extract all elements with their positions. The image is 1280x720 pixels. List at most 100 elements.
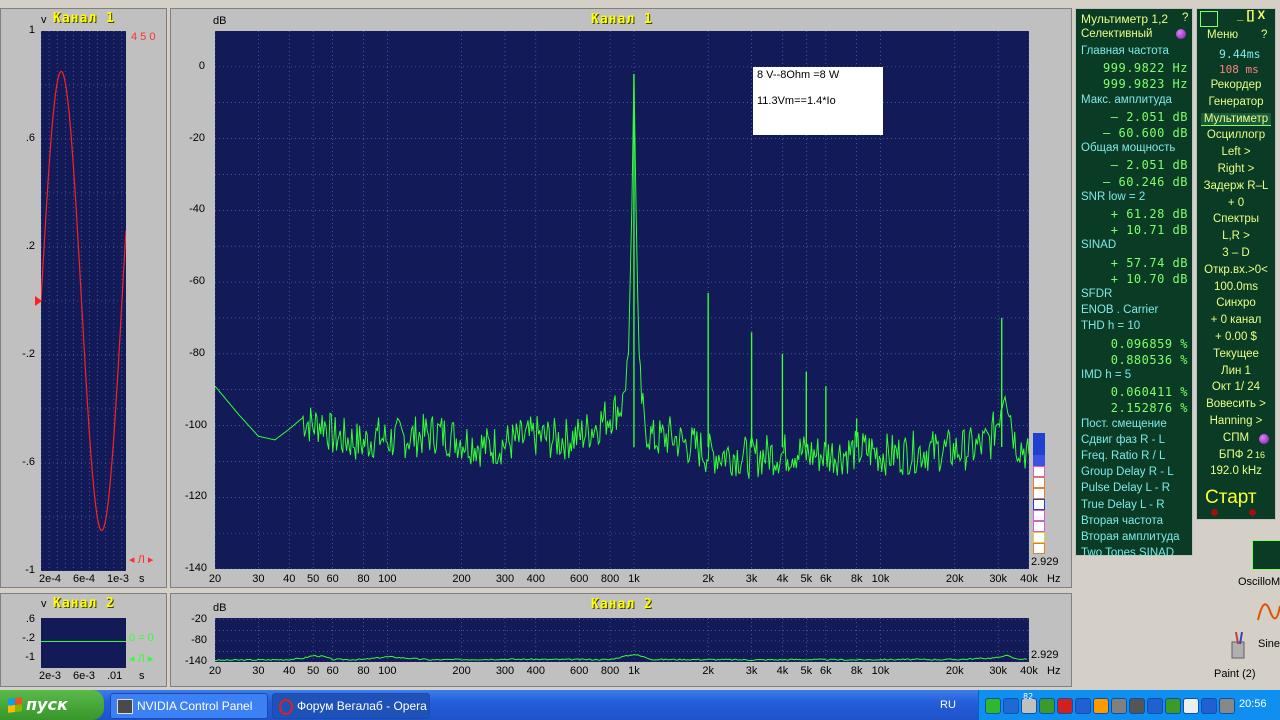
oscillometer-desktop-icon[interactable] (1252, 540, 1280, 570)
control-item[interactable]: Окт 1/ 24 (1201, 381, 1271, 393)
left-trigger[interactable]: ◂ Л ▸ (129, 553, 153, 566)
clock[interactable]: 20:56 (1239, 698, 1267, 710)
swatch[interactable] (1033, 521, 1045, 532)
control-item[interactable]: Осциллогр (1201, 129, 1271, 141)
bottom-spectrum-plot[interactable] (215, 618, 1029, 662)
annotation-line-2: 11.3Vm==1.4*Io (757, 95, 836, 107)
mm-label[interactable]: IMD h = 5 (1081, 369, 1131, 381)
mm-label[interactable]: SFDR (1081, 288, 1112, 300)
task-nvidia-control-panel[interactable]: NVIDIA Control Panel (110, 693, 268, 719)
mm-label[interactable]: Two Tones SINAD (1081, 547, 1174, 559)
tray-icon[interactable] (1057, 698, 1073, 714)
mm-label[interactable]: SNR low = 2 (1081, 191, 1145, 203)
mode-indicator-icon[interactable] (1176, 29, 1186, 39)
control-item[interactable]: Синхро (1201, 297, 1271, 309)
tray-icon[interactable] (1093, 698, 1109, 714)
left-bottom-plot[interactable] (41, 618, 126, 668)
control-item[interactable]: Генератор (1201, 96, 1271, 108)
control-item[interactable]: L,R > (1201, 230, 1271, 242)
mm-label[interactable]: True Delay L - R (1081, 499, 1165, 511)
control-item[interactable]: 100.0ms (1201, 281, 1271, 293)
mm-label[interactable]: Пост. смещение (1081, 418, 1167, 430)
tray-icon[interactable] (1003, 698, 1019, 714)
control-item[interactable]: Рекордер (1201, 79, 1271, 91)
mm-label[interactable]: Вторая частота (1081, 515, 1163, 527)
main-x-tick: 800 (600, 573, 620, 585)
swatch[interactable] (1033, 499, 1045, 510)
control-item[interactable]: Лин 1 (1201, 365, 1271, 377)
control-item[interactable]: + 0.00 $ (1201, 331, 1271, 343)
mm-label[interactable]: Макс. амплитуда (1081, 94, 1172, 106)
tray-icon[interactable] (1219, 698, 1235, 714)
bottom-x-unit: Hz (1047, 665, 1061, 677)
mm-label[interactable]: ENOB . Carrier (1081, 304, 1158, 316)
mm-label[interactable]: Вторая амплитуда (1081, 531, 1180, 543)
control-item[interactable]: Спектры (1201, 213, 1271, 225)
tray-icon[interactable] (1183, 698, 1199, 714)
tray-icon[interactable] (1075, 698, 1091, 714)
mm-label[interactable]: THD h = 10 (1081, 320, 1140, 332)
control-item[interactable]: Мультиметр (1201, 112, 1271, 126)
control-item[interactable]: + 0 (1201, 197, 1271, 209)
paint-icon-label: Paint (2) (1214, 668, 1256, 680)
control-help-button[interactable]: ? (1261, 29, 1267, 41)
control-item[interactable]: 3 – D (1201, 247, 1271, 259)
swatch[interactable] (1033, 543, 1045, 554)
control-item[interactable]: Hanning > (1201, 415, 1271, 427)
control-item[interactable]: Откр.вх.>0< (1201, 264, 1271, 276)
mm-value: – 60.246 dB (1103, 174, 1188, 189)
tray-icon[interactable] (1129, 698, 1145, 714)
swatch[interactable] (1033, 510, 1045, 521)
control-item[interactable]: 192.0 kHz (1201, 465, 1271, 477)
window-controls[interactable]: _ [] X (1237, 10, 1265, 22)
main-spectrum-plot[interactable]: 8 V--8Ohm =8 W 11.3Vm==1.4*Io (215, 31, 1029, 569)
left-bottom-title: Канал 2 (53, 596, 115, 611)
control-item[interactable]: Текущее (1201, 348, 1271, 360)
left-channel-title: Канал 1 (53, 11, 115, 26)
swatch[interactable] (1033, 455, 1045, 466)
waveform-plot[interactable] (41, 31, 126, 571)
mm-label[interactable]: Главная частота (1081, 45, 1169, 57)
menu-button[interactable]: Меню (1207, 29, 1238, 41)
control-item[interactable]: Задерж R–L (1201, 180, 1271, 192)
mm-label[interactable]: Group Delay R - L (1081, 466, 1174, 478)
sine-desktop-icon[interactable] (1256, 600, 1280, 622)
language-indicator[interactable]: RU (940, 699, 956, 711)
left-y-tick: .2 (25, 240, 35, 252)
mm-label[interactable]: Freq. Ratio R / L (1081, 450, 1165, 462)
swatch[interactable] (1033, 433, 1045, 444)
tray-icon[interactable] (985, 698, 1001, 714)
multimeter-mode[interactable]: Селективный (1081, 28, 1152, 40)
control-item[interactable]: + 0 канал (1201, 314, 1271, 326)
fft-exponent: 16 (1255, 450, 1266, 460)
trigger-marker-icon[interactable] (35, 296, 42, 306)
tray-icon[interactable] (1039, 698, 1055, 714)
start-menu-button[interactable]: пуск (0, 690, 104, 720)
left-bottom-trigger[interactable]: ◂ Л ▸ (129, 652, 153, 665)
swatch[interactable] (1033, 466, 1045, 477)
mm-label[interactable]: Общая мощность (1081, 142, 1175, 154)
swatch[interactable] (1033, 532, 1045, 543)
multimeter-help-button[interactable]: ? (1182, 12, 1188, 24)
tray-icon[interactable] (1111, 698, 1127, 714)
left-bottom-y-tick: -1 (25, 651, 35, 663)
control-item[interactable]: Left > (1201, 146, 1271, 158)
spm-toggle-icon[interactable] (1259, 434, 1269, 444)
bottom-y-tick: -80 (191, 633, 207, 646)
control-item[interactable]: Right > (1201, 163, 1271, 175)
swatch[interactable] (1033, 488, 1045, 499)
mm-label[interactable]: Pulse Delay L - R (1081, 482, 1170, 494)
tray-icon[interactable] (1201, 698, 1217, 714)
tray-icon[interactable] (1165, 698, 1181, 714)
tray-icon[interactable] (1147, 698, 1163, 714)
start-button[interactable]: Старт (1199, 487, 1271, 511)
swatch[interactable] (1033, 477, 1045, 488)
paint-desktop-icon[interactable] (1226, 630, 1250, 660)
mm-label[interactable]: Сдвиг фаз R - L (1081, 434, 1165, 446)
control-item[interactable]: Вовесить > (1201, 398, 1271, 410)
annotation-box: 8 V--8Ohm =8 W 11.3Vm==1.4*Io (753, 67, 883, 135)
task-opera-forum[interactable]: Форум Вегалаб - Opera (272, 693, 430, 719)
swatch[interactable] (1033, 444, 1045, 455)
mm-label[interactable]: SINAD (1081, 239, 1116, 251)
bottom-x-tick: 30 (252, 665, 265, 677)
